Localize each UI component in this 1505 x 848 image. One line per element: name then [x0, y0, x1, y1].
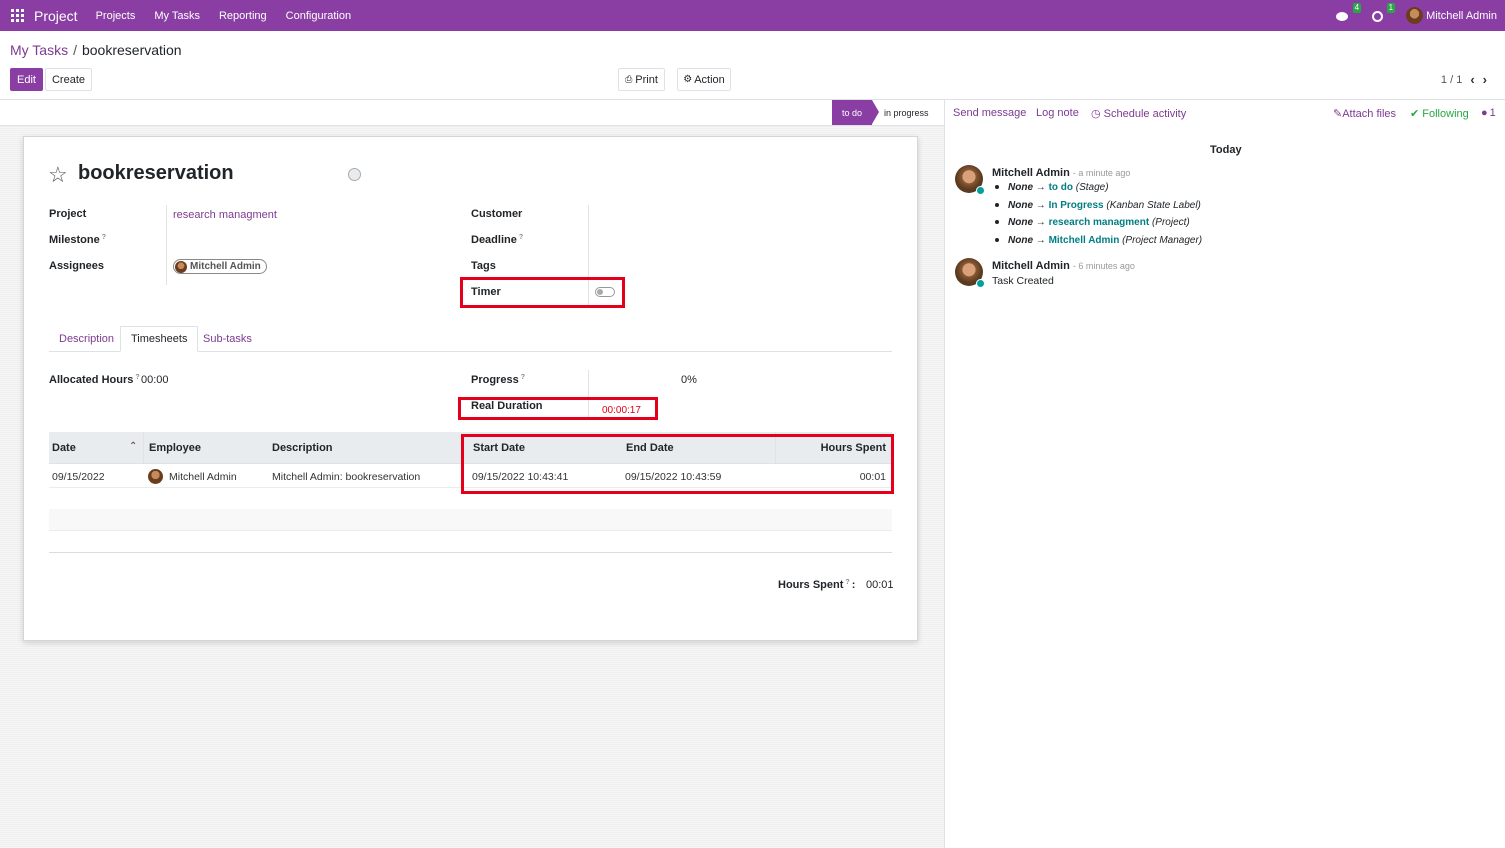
chat-icon: [1336, 11, 1349, 21]
chevron-right-icon[interactable]: ›: [1483, 72, 1487, 87]
milestone-label: Milestone?: [49, 234, 107, 246]
cell-employee: Mitchell Admin: [169, 471, 237, 483]
clock-icon: ◷: [1091, 108, 1104, 120]
breadcrumb-parent[interactable]: My Tasks: [10, 42, 68, 58]
activities-badge: 1: [1386, 2, 1396, 13]
breadcrumb-separator: /: [73, 42, 77, 58]
print-icon: ⎙: [625, 74, 633, 84]
avatar: [1406, 7, 1424, 24]
app-name[interactable]: Project: [34, 8, 78, 24]
project-label: Project: [49, 208, 87, 220]
avatar: [148, 469, 163, 484]
action-label: Action: [694, 73, 725, 86]
date-separator: Today: [1210, 144, 1242, 156]
message-author[interactable]: Mitchell Admin - a minute ago: [992, 167, 1130, 179]
create-button[interactable]: Create: [45, 68, 92, 91]
assignees-label: Assignees: [49, 260, 105, 272]
messages-badge: 4: [1352, 2, 1362, 13]
breadcrumb-current: bookreservation: [81, 42, 182, 58]
check-icon: ✔: [1410, 108, 1423, 120]
avatar[interactable]: [955, 165, 985, 195]
total-hours-label: Hours Spent?:: [778, 579, 856, 591]
user-name: Mitchell Admin: [1426, 9, 1497, 22]
column-description[interactable]: Description: [272, 442, 333, 454]
avatar[interactable]: [955, 258, 985, 288]
pager-value[interactable]: 1 / 1: [1441, 74, 1462, 86]
pager: 1 / 1 ‹ ›: [1441, 72, 1487, 87]
online-status-icon: [976, 186, 985, 195]
avatar: [175, 260, 187, 273]
clock-icon: [1372, 10, 1384, 22]
column-employee[interactable]: Employee: [149, 442, 201, 454]
print-label: Print: [635, 73, 658, 86]
tab-timesheets[interactable]: Timesheets: [120, 326, 199, 352]
empty-row: [49, 509, 892, 530]
tab-sub-tasks[interactable]: Sub-tasks: [193, 326, 262, 352]
chatter-divider: [944, 100, 945, 848]
breadcrumb: My Tasks / bookreservation: [10, 42, 182, 58]
highlight-box-timer: [460, 277, 625, 308]
menu-my-tasks[interactable]: My Tasks: [154, 10, 200, 22]
column-date[interactable]: Date: [52, 442, 76, 454]
sort-up-icon[interactable]: ⌃: [129, 441, 137, 452]
customer-label: Customer: [471, 208, 523, 220]
assignee-tag[interactable]: Mitchell Admin: [173, 259, 267, 274]
gear-icon: ⚙: [683, 74, 693, 85]
tracking-change: None → Mitchell Admin (Project Manager): [995, 235, 1202, 246]
chevron-left-icon[interactable]: ‹: [1470, 72, 1474, 87]
user-menu[interactable]: Mitchell Admin: [1406, 7, 1497, 24]
cell-description: Mitchell Admin: bookreservation: [272, 471, 421, 483]
menu-configuration[interactable]: Configuration: [286, 10, 351, 22]
star-icon[interactable]: ☆: [48, 162, 68, 188]
top-navbar: Project Projects My Tasks Reporting Conf…: [0, 0, 1505, 31]
statusbar: [0, 100, 944, 126]
allocated-hours-value[interactable]: 00:00: [141, 374, 169, 386]
followers-button[interactable]: ● 1: [1481, 107, 1496, 119]
row-divider: [49, 530, 892, 531]
stage-to-do[interactable]: to do: [832, 100, 879, 125]
progress-label: Progress?: [471, 374, 525, 386]
user-icon: ●: [1481, 107, 1488, 119]
edit-button[interactable]: Edit: [10, 68, 43, 91]
apps-menu-icon[interactable]: [11, 9, 25, 23]
deadline-label: Deadline?: [471, 234, 524, 246]
tags-label: Tags: [471, 260, 496, 272]
print-button[interactable]: ⎙ Print: [618, 68, 665, 91]
schedule-activity-button[interactable]: ◷ Schedule activity: [1091, 107, 1186, 120]
column-divider: [143, 432, 144, 464]
tab-description[interactable]: Description: [49, 326, 124, 352]
tracking-change: None → In Progress (Kanban State Label): [995, 200, 1201, 211]
highlight-box-timesheet-columns: [461, 434, 894, 494]
online-status-icon: [976, 279, 985, 288]
attach-files-button[interactable]: ✎Attach files: [1333, 107, 1396, 120]
assignee-name: Mitchell Admin: [190, 261, 261, 272]
tracking-change: None → to do (Stage): [995, 182, 1109, 193]
activities-button[interactable]: 1: [1370, 2, 1396, 23]
stage-in-progress[interactable]: in progress: [884, 100, 929, 125]
cell-date: 09/15/2022: [52, 471, 105, 483]
following-button[interactable]: ✔ Following: [1410, 107, 1469, 120]
total-hours-value: 00:01: [866, 579, 894, 591]
message-body: Task Created: [992, 275, 1054, 287]
tracking-change: None → research managment (Project): [995, 217, 1190, 228]
kanban-state-indicator[interactable]: [348, 168, 361, 181]
paperclip-icon: ✎: [1333, 108, 1343, 120]
task-title: bookreservation: [78, 162, 234, 184]
send-message-button[interactable]: Send message: [953, 107, 1026, 119]
log-note-button[interactable]: Log note: [1036, 107, 1079, 119]
field-divider: [166, 205, 167, 285]
progress-value: 0%: [681, 374, 697, 386]
message-author[interactable]: Mitchell Admin - 6 minutes ago: [992, 260, 1135, 272]
menu-projects[interactable]: Projects: [96, 10, 136, 22]
allocated-hours-label: Allocated Hours?: [49, 374, 140, 386]
messages-button[interactable]: 4: [1336, 2, 1362, 23]
action-button[interactable]: ⚙ Action: [677, 68, 731, 91]
highlight-box-real-duration: [458, 397, 658, 420]
project-value[interactable]: research managment: [173, 209, 277, 221]
menu-reporting[interactable]: Reporting: [219, 10, 267, 22]
table-footer-divider: [49, 552, 892, 553]
